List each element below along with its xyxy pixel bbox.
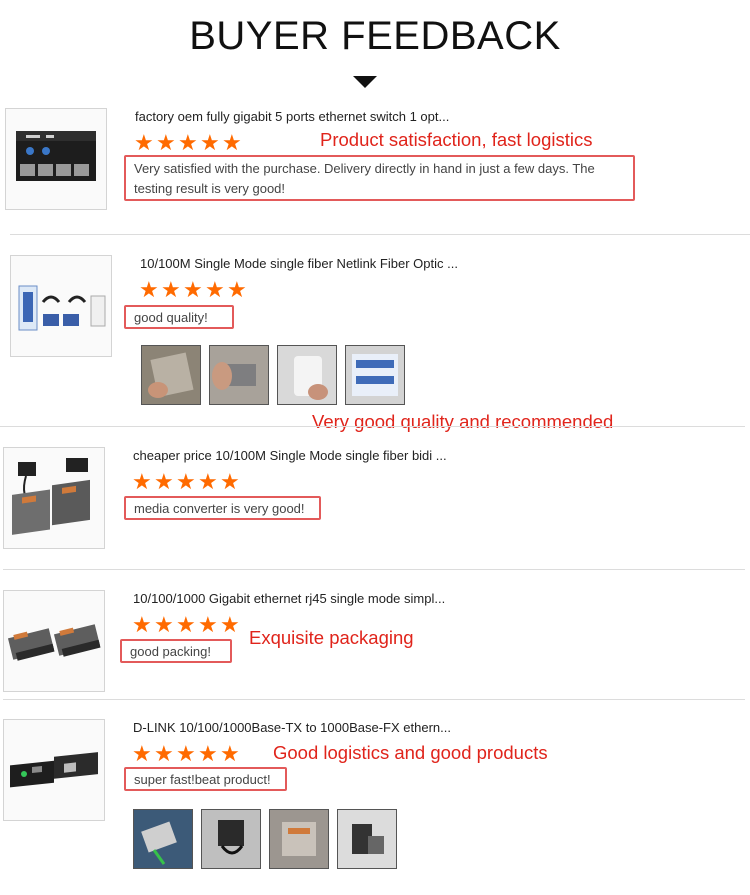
star-icon: ★: [183, 277, 203, 302]
product-title[interactable]: D-LINK 10/100/1000Base-TX to 1000Base-FX…: [133, 720, 451, 735]
review-photo[interactable]: [201, 809, 261, 869]
divider: [10, 234, 750, 235]
star-icon: ★: [178, 130, 198, 155]
star-icon: ★: [222, 130, 242, 155]
star-icon: ★: [220, 469, 240, 494]
product-title[interactable]: 10/100/1000 Gigabit ethernet rj45 single…: [133, 591, 445, 606]
star-icon: ★: [132, 469, 152, 494]
product-thumbnail[interactable]: [3, 447, 105, 549]
review-comment: good quality!: [124, 305, 234, 329]
annotation-text: Product satisfaction, fast logistics: [320, 129, 593, 150]
rating-stars: ★ ★ ★ ★ ★: [139, 277, 247, 302]
star-icon: ★: [154, 469, 174, 494]
star-icon: ★: [154, 741, 174, 766]
star-icon: ★: [220, 741, 240, 766]
review-photo[interactable]: [269, 809, 329, 869]
star-icon: ★: [200, 130, 220, 155]
review-comment: good packing!: [120, 639, 232, 663]
star-icon: ★: [220, 612, 240, 637]
star-icon: ★: [132, 612, 152, 637]
star-icon: ★: [227, 277, 247, 302]
divider: [3, 699, 745, 700]
star-icon: ★: [176, 612, 196, 637]
star-icon: ★: [134, 130, 154, 155]
star-icon: ★: [198, 612, 218, 637]
rating-stars: ★ ★ ★ ★ ★: [134, 130, 242, 155]
star-icon: ★: [176, 469, 196, 494]
star-icon: ★: [198, 741, 218, 766]
divider: [0, 426, 745, 427]
review-photo[interactable]: [133, 809, 193, 869]
review-comment: media converter is very good!: [124, 496, 321, 520]
star-icon: ★: [176, 741, 196, 766]
divider: [3, 569, 745, 570]
annotation-text: Very good quality and recommended: [312, 411, 614, 432]
review-photo[interactable]: [141, 345, 201, 405]
review-photo[interactable]: [337, 809, 397, 869]
product-title[interactable]: 10/100M Single Mode single fiber Netlink…: [140, 256, 458, 271]
down-arrow-icon: [353, 76, 377, 88]
product-thumbnail[interactable]: [5, 108, 107, 210]
product-thumbnail[interactable]: [3, 590, 105, 692]
review-photo[interactable]: [345, 345, 405, 405]
annotation-text: Good logistics and good products: [273, 742, 548, 763]
star-icon: ★: [198, 469, 218, 494]
star-icon: ★: [154, 612, 174, 637]
review-photo[interactable]: [209, 345, 269, 405]
rating-stars: ★ ★ ★ ★ ★: [132, 469, 240, 494]
rating-stars: ★ ★ ★ ★ ★: [132, 741, 240, 766]
product-thumbnail[interactable]: [3, 719, 105, 821]
star-icon: ★: [156, 130, 176, 155]
star-icon: ★: [139, 277, 159, 302]
review-comment: Very satisfied with the purchase. Delive…: [124, 155, 635, 201]
product-thumbnail[interactable]: [10, 255, 112, 357]
page-title: BUYER FEEDBACK: [189, 14, 561, 58]
star-icon: ★: [161, 277, 181, 302]
review-comment: super fast!beat product!: [124, 767, 287, 791]
star-icon: ★: [132, 741, 152, 766]
review-photo[interactable]: [277, 345, 337, 405]
rating-stars: ★ ★ ★ ★ ★: [132, 612, 240, 637]
product-title[interactable]: cheaper price 10/100M Single Mode single…: [133, 448, 447, 463]
annotation-text: Exquisite packaging: [249, 627, 414, 648]
star-icon: ★: [205, 277, 225, 302]
product-title[interactable]: factory oem fully gigabit 5 ports ethern…: [135, 109, 449, 124]
